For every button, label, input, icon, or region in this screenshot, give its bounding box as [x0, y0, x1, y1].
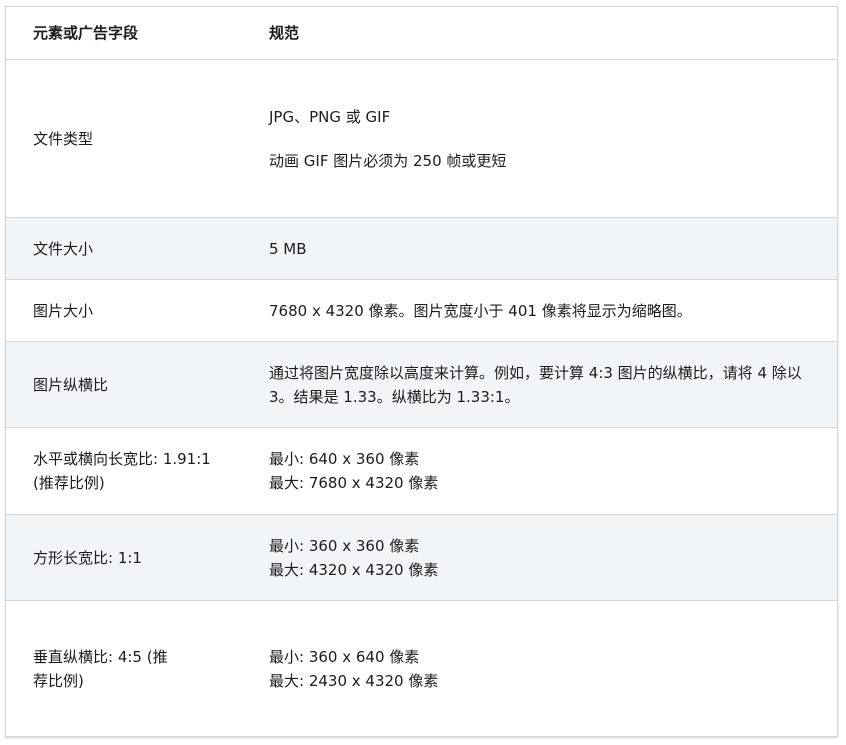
table-row-file-type: 文件类型 JPG、PNG 或 GIF 动画 GIF 图片必须为 250 帧或更短 — [6, 59, 837, 218]
spec-table: 元素或广告字段 规范 文件类型 JPG、PNG 或 GIF 动画 GIF 图片必… — [6, 7, 837, 737]
row-spec-cell: 通过将图片宽度除以高度来计算。例如，要计算 4:3 图片的纵横比，请将 4 除以… — [242, 341, 837, 428]
spec-line: 最小: 360 x 640 像素 — [269, 647, 420, 666]
spec-line: JPG、PNG 或 GIF — [269, 107, 391, 126]
table-row-horizontal-ratio: 水平或横向长宽比: 1.91:1 (推荐比例) 最小: 640 x 360 像素… — [6, 427, 837, 515]
spec-line: 最小: 360 x 360 像素 — [269, 536, 420, 555]
row-field-cell: 文件大小 — [6, 217, 242, 280]
table-row-aspect-ratio: 图片纵横比 通过将图片宽度除以高度来计算。例如，要计算 4:3 图片的纵横比，请… — [6, 341, 837, 428]
spec-line: 动画 GIF 图片必须为 250 帧或更短 — [269, 151, 507, 170]
row-spec-cell: 最小: 360 x 640 像素 最大: 2430 x 4320 像素 — [242, 601, 837, 737]
row-field-label: 方形长宽比: 1:1 — [33, 548, 142, 567]
row-field-cell: 垂直纵横比: 4:5 (推荐比例) — [6, 601, 242, 737]
row-spec-cell: 5 MB — [242, 217, 837, 280]
row-field-label: 图片纵横比 — [33, 375, 109, 394]
row-field-label: 水平或横向长宽比: 1.91:1 (推荐比例) — [33, 450, 211, 492]
spec-line: 最小: 640 x 360 像素 — [269, 450, 420, 468]
row-field-label: 文件类型 — [33, 129, 94, 148]
row-field-cell: 图片大小 — [6, 279, 242, 342]
spec-line: 最大: 7680 x 4320 像素 — [269, 474, 439, 492]
table-row-square-ratio: 方形长宽比: 1:1 最小: 360 x 360 像素 最大: 4320 x 4… — [6, 514, 837, 601]
header-specification: 规范 — [242, 7, 837, 60]
table-row-image-size: 图片大小 7680 x 4320 像素。图片宽度小于 401 像素将显示为缩略图… — [6, 279, 837, 342]
header-element-field: 元素或广告字段 — [6, 7, 242, 60]
row-field-label: 图片大小 — [33, 301, 94, 320]
row-field-label: 垂直纵横比: 4:5 (推荐比例) — [33, 647, 168, 690]
row-spec-cell: 最小: 640 x 360 像素 最大: 7680 x 4320 像素 — [242, 427, 837, 515]
row-field-cell: 文件类型 — [6, 59, 242, 218]
header-specification-label: 规范 — [269, 24, 300, 42]
spec-line: 最大: 4320 x 4320 像素 — [269, 560, 439, 579]
spec-line: 5 MB — [269, 239, 307, 258]
row-field-cell: 方形长宽比: 1:1 — [6, 514, 242, 601]
table-header-row: 元素或广告字段 规范 — [6, 7, 837, 60]
spec-table-container: 元素或广告字段 规范 文件类型 JPG、PNG 或 GIF 动画 GIF 图片必… — [5, 6, 838, 737]
row-field-cell: 图片纵横比 — [6, 341, 242, 428]
row-spec-cell: JPG、PNG 或 GIF 动画 GIF 图片必须为 250 帧或更短 — [242, 59, 837, 218]
spec-line: 最大: 2430 x 4320 像素 — [269, 671, 439, 690]
table-row-file-size: 文件大小 5 MB — [6, 217, 837, 280]
row-field-label: 文件大小 — [33, 239, 94, 258]
table-row-vertical-ratio: 垂直纵横比: 4:5 (推荐比例) 最小: 360 x 640 像素 最大: 2… — [6, 601, 837, 737]
spec-line: 7680 x 4320 像素。图片宽度小于 401 像素将显示为缩略图。 — [269, 301, 692, 320]
header-element-field-label: 元素或广告字段 — [33, 24, 139, 42]
row-spec-cell: 最小: 360 x 360 像素 最大: 4320 x 4320 像素 — [242, 514, 837, 601]
row-spec-cell: 7680 x 4320 像素。图片宽度小于 401 像素将显示为缩略图。 — [242, 279, 837, 342]
spec-line: 通过将图片宽度除以高度来计算。例如，要计算 4:3 图片的纵横比，请将 4 除以… — [269, 363, 802, 406]
row-field-cell: 水平或横向长宽比: 1.91:1 (推荐比例) — [6, 427, 242, 515]
